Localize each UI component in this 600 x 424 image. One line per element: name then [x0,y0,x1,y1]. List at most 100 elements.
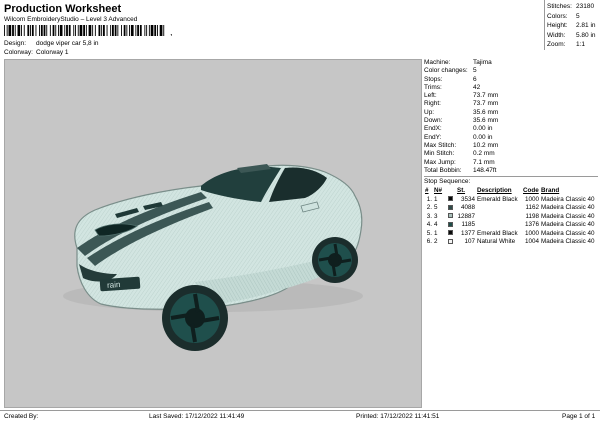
stat-width: Width: 5.80 in [547,31,596,39]
colorway-label: Colorway: [4,49,33,56]
barcode-bar [129,25,130,36]
barcode-bar [106,25,108,36]
barcode-bar [79,25,83,36]
seq-brand: Madeira Classic 40 [541,229,595,237]
barcode-bar [73,25,75,36]
barcode-bar [137,25,139,36]
barcode-bar [139,25,142,36]
barcode-bar [150,25,154,36]
seq-stitches: 107 [464,238,475,246]
info-up: Up: 35.6 mm [424,108,499,116]
colorway-value: Colorway 1 [36,49,69,56]
info-endx: EndX: 0.00 in [424,125,493,133]
info-right: Right: 73.7 mm [424,100,499,108]
stat-stitches: Stitches: 23180 [547,3,595,10]
barcode-bar [98,25,101,36]
stop-sequence-header: # N# St. Description Code Brand [424,186,596,195]
seq-needle: 2 [434,238,438,246]
seq-needle: 3 [434,212,438,220]
barcode-bar [6,25,8,36]
barcode-bar [121,25,122,36]
plate-text: rain [107,280,121,290]
stop-sequence-title: Stop Sequence: [424,178,471,186]
barcode-bar [59,25,63,36]
barcode-bar [101,25,103,36]
footer-printed: Printed: 17/12/2022 11:41:51 [356,413,440,420]
seq-code: 1376 [524,221,539,229]
barcode: , [4,25,173,36]
col-swatch [447,186,456,195]
seq-swatch [447,229,456,238]
barcode-bar [30,25,31,36]
col-stitches: St. [457,187,466,195]
footer-page: Page 1 of 1 [562,413,596,420]
seq-stitches: 12887 [457,212,475,220]
footer-created-by: Created By: [4,413,39,420]
design-stats: Stitches: 23180 Colors: 5 Height: 2.81 in W… [547,3,596,51]
thread-color-swatch [448,221,453,227]
seq-description [476,203,522,212]
seq-num: 3. [426,212,432,220]
barcode-bar [114,25,117,36]
seq-swatch [447,212,456,221]
header-divider [544,0,545,50]
seq-brand: Madeira Classic 40 [541,195,595,203]
barcode-bar [163,25,165,36]
col-needle: N# [434,187,443,195]
seq-description: Emerald Black [477,229,518,237]
front-wheel [162,285,228,351]
info-endy: EndY: 0.00 in [424,133,493,141]
barcode-bar [130,25,134,36]
info-trims: Trims: 42 [424,83,481,91]
barcode-bar [126,25,128,36]
barcode-tail: , [170,27,173,36]
barcode-bar [40,25,43,36]
barcode-bar [154,25,157,36]
design-value: dodge viper car 5,8 in [36,40,99,47]
barcode-bar [66,25,68,36]
thread-color-swatch [448,238,453,244]
design-preview: rain [4,59,422,408]
barcode-bar [144,25,146,36]
seq-description [476,212,522,221]
stop-sequence-row: 6. 2 107 Natural White 1004 Madeira Classic 4… [424,237,596,246]
seq-code: 1162 [525,204,539,212]
barcode-bar [159,25,163,36]
stat-colors: Colors: 5 [547,12,580,20]
info-total-bobbin: Total Bobbin: 148.47ft [424,166,497,174]
seq-swatch [447,195,456,204]
stop-sequence-row: 5. 1 1377 Emerald Black 1000 Madeira Classic … [424,229,596,238]
info-left: Left: 73.7 mm [424,92,499,100]
barcode-bar [85,25,87,36]
stat-height: Height: 2.81 in [547,22,596,29]
seq-needle: 4 [434,221,438,229]
stop-sequence-table: # N# St. Description Code Brand 1. 1 3534 E… [424,186,596,246]
barcode-bar [123,25,126,36]
thread-color-swatch [448,230,453,236]
barcode-bar [12,25,14,36]
seq-brand: Madeira Classic 40 [541,221,595,229]
barcode-bar [92,25,94,36]
barcode-bar [112,25,114,36]
barcode-bar [110,25,112,36]
barcode-bar [75,25,76,36]
barcode-bar [103,25,105,36]
barcode-bar [64,25,66,36]
barcode-bar [46,25,48,36]
info-max-stitch: Max Stitch: 10.2 mm [424,141,499,149]
info-down: Down: 35.6 mm [424,117,499,125]
seq-brand: Madeira Classic 40 [541,212,595,220]
thread-color-swatch [448,196,453,202]
barcode-bar [94,25,96,36]
seq-swatch [447,220,456,229]
colorway-row: Colorway: Colorway 1 [4,49,69,56]
barcode-bar [8,25,12,36]
stop-sequence-row: 1. 1 3534 Emerald Black 1000 Madeira Classic … [424,195,596,204]
seq-needle: 1 [434,229,438,237]
seq-swatch [447,203,456,212]
seq-num: 6. [426,238,432,246]
barcode-bar [88,25,92,36]
thread-color-swatch [448,204,453,210]
stop-sequence-row: 4. 4 1185 1376 Madeira Classic 40 [424,220,596,229]
software-subtitle: Wilcom EmbroideryStudio – Level 3 Advanc… [4,16,138,23]
